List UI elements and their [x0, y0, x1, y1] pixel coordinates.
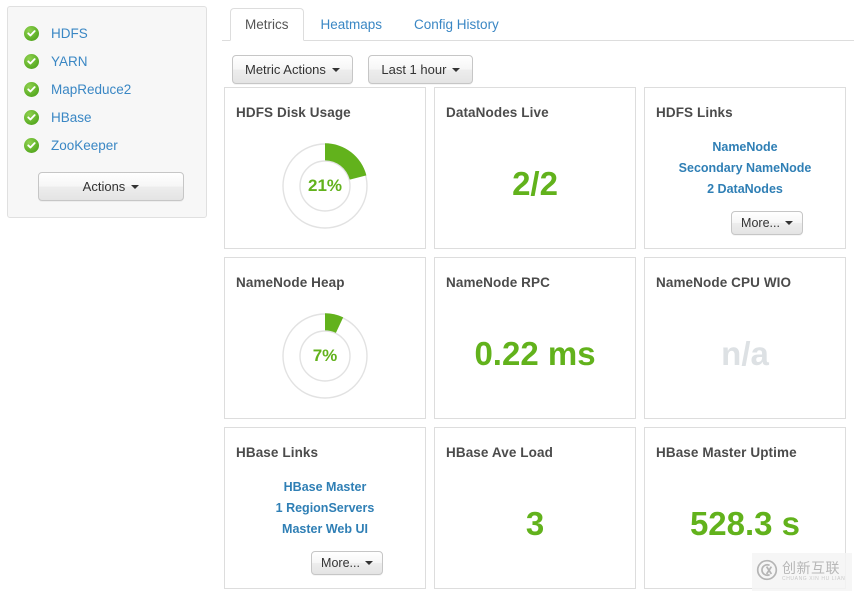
sidebar-item-hbase[interactable]: HBase	[8, 103, 206, 131]
metrics-row: HBase Links HBase Master 1 RegionServers…	[224, 427, 854, 589]
link-hbase-master[interactable]: HBase Master	[225, 477, 425, 498]
metric-value: 0.22 ms	[474, 335, 596, 372]
tab-label: Heatmaps	[320, 17, 383, 32]
sidebar-item-mapreduce2[interactable]: MapReduce2	[8, 75, 206, 103]
card-title: HDFS Links	[656, 105, 733, 120]
card-body: n/a	[645, 298, 845, 418]
card-title: HBase Ave Load	[446, 445, 553, 460]
card-title: DataNodes Live	[446, 105, 549, 120]
card-title: NameNode RPC	[446, 275, 550, 290]
tab-label: Metrics	[245, 17, 289, 32]
metrics-row: HDFS Disk Usage 21% DataNodes Live 2/2 H…	[224, 87, 854, 249]
metric-value: n/a	[721, 335, 769, 372]
more-button-label: More...	[321, 556, 360, 570]
hdfs-link-list: NameNode Secondary NameNode 2 DataNodes	[645, 130, 845, 200]
hdfs-more-button[interactable]: More...	[731, 211, 803, 235]
link-regionservers[interactable]: 1 RegionServers	[225, 498, 425, 519]
sidebar-item-yarn[interactable]: YARN	[8, 47, 206, 75]
metric-actions-button[interactable]: Metric Actions	[232, 55, 353, 84]
metrics-toolbar: Metric Actions Last 1 hour	[222, 41, 854, 87]
card-hbase-master-uptime[interactable]: HBase Master Uptime 528.3 s	[644, 427, 846, 589]
card-body: 21%	[225, 128, 425, 248]
sidebar-item-zookeeper[interactable]: ZooKeeper	[8, 131, 206, 159]
sidebar-item-label: ZooKeeper	[51, 137, 118, 153]
status-ok-icon	[24, 137, 39, 153]
card-hbase-ave-load[interactable]: HBase Ave Load 3	[434, 427, 636, 589]
card-title: HDFS Disk Usage	[236, 105, 351, 120]
status-ok-icon	[24, 81, 39, 97]
chevron-down-icon	[131, 184, 140, 189]
sidebar-item-label: MapReduce2	[51, 81, 132, 97]
sidebar-item-label: HBase	[51, 109, 92, 125]
ambari-dashboard: HDFS YARN MapReduce2 HBase ZooKeeper Act…	[0, 0, 854, 597]
time-range-label: Last 1 hour	[381, 62, 447, 77]
tab-label: Config History	[414, 17, 499, 32]
card-namenode-cpu-wio[interactable]: NameNode CPU WIO n/a	[644, 257, 846, 419]
hbase-link-list: HBase Master 1 RegionServers Master Web …	[225, 470, 425, 540]
card-body: 528.3 s	[645, 468, 845, 588]
status-ok-icon	[24, 109, 39, 125]
card-title: HBase Links	[236, 445, 319, 460]
card-body: NameNode Secondary NameNode 2 DataNodes …	[645, 130, 845, 248]
metric-value: 2/2	[512, 165, 558, 202]
tab-bar: Metrics Heatmaps Config History	[222, 0, 854, 41]
chevron-down-icon	[331, 67, 340, 72]
tab-metrics[interactable]: Metrics	[230, 8, 304, 41]
metrics-row: NameNode Heap 7% NameNode RPC 0.22 ms Na…	[224, 257, 854, 419]
tab-heatmaps[interactable]: Heatmaps	[306, 8, 398, 41]
gauge-hdfs-disk-usage: 21%	[278, 139, 372, 233]
link-namenode[interactable]: NameNode	[645, 137, 845, 158]
gauge-value: 21%	[307, 176, 343, 195]
card-title: NameNode Heap	[236, 275, 345, 290]
actions-button-container: Actions	[8, 172, 206, 201]
status-ok-icon	[24, 25, 39, 41]
card-hdfs-links[interactable]: HDFS Links NameNode Secondary NameNode 2…	[644, 87, 846, 249]
hbase-more-button[interactable]: More...	[311, 551, 383, 575]
chevron-down-icon	[452, 67, 461, 72]
metric-actions-label: Metric Actions	[245, 62, 326, 77]
card-hbase-links[interactable]: HBase Links HBase Master 1 RegionServers…	[224, 427, 426, 589]
metrics-grid: HDFS Disk Usage 21% DataNodes Live 2/2 H…	[224, 87, 854, 597]
card-datanodes-live[interactable]: DataNodes Live 2/2	[434, 87, 636, 249]
more-button-label: More...	[741, 216, 780, 230]
main-panel: Metrics Heatmaps Config History Metric A…	[222, 0, 854, 597]
card-body: 7%	[225, 298, 425, 418]
metric-value: 3	[525, 505, 545, 542]
gauge-value: 7%	[312, 346, 338, 365]
chevron-down-icon	[364, 561, 373, 565]
card-body: 0.22 ms	[435, 298, 635, 418]
card-namenode-rpc[interactable]: NameNode RPC 0.22 ms	[434, 257, 636, 419]
sidebar-item-label: HDFS	[51, 25, 88, 41]
card-body: HBase Master 1 RegionServers Master Web …	[225, 470, 425, 588]
services-sidebar: HDFS YARN MapReduce2 HBase ZooKeeper Act…	[7, 6, 207, 218]
status-ok-icon	[24, 53, 39, 69]
link-datanodes[interactable]: 2 DataNodes	[645, 179, 845, 200]
card-body: 3	[435, 468, 635, 588]
sidebar-item-hdfs[interactable]: HDFS	[8, 19, 206, 47]
card-title: HBase Master Uptime	[656, 445, 797, 460]
metric-value: 528.3 s	[689, 505, 801, 542]
actions-button-label: Actions	[82, 179, 126, 194]
time-range-button[interactable]: Last 1 hour	[368, 55, 474, 84]
tab-config-history[interactable]: Config History	[399, 8, 514, 41]
actions-button[interactable]: Actions	[38, 172, 184, 201]
link-secondary-namenode[interactable]: Secondary NameNode	[645, 158, 845, 179]
service-list: HDFS YARN MapReduce2 HBase ZooKeeper	[8, 19, 206, 159]
gauge-namenode-heap: 7%	[278, 309, 372, 403]
card-hdfs-disk-usage[interactable]: HDFS Disk Usage 21%	[224, 87, 426, 249]
card-body: 2/2	[435, 128, 635, 248]
card-title: NameNode CPU WIO	[656, 275, 792, 290]
more-button-container: More...	[225, 551, 425, 575]
more-button-container: More...	[645, 211, 845, 235]
sidebar-item-label: YARN	[51, 53, 88, 69]
chevron-down-icon	[784, 221, 793, 225]
link-master-web-ui[interactable]: Master Web UI	[225, 519, 425, 540]
card-namenode-heap[interactable]: NameNode Heap 7%	[224, 257, 426, 419]
